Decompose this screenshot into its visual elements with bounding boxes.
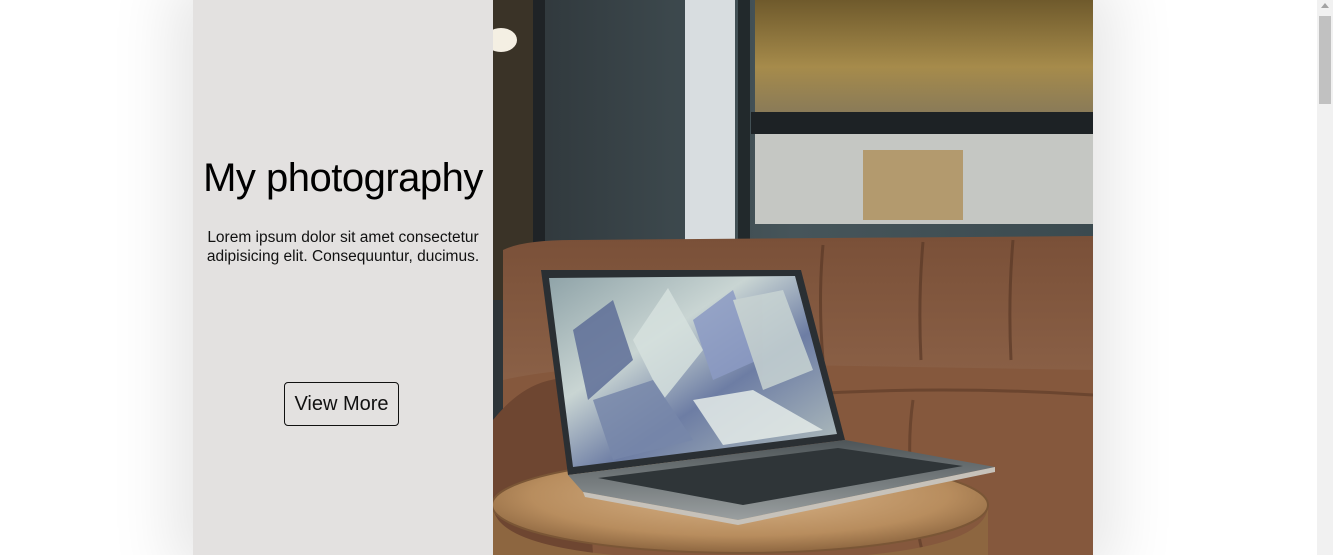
hero-photo [493, 0, 1093, 555]
hero-title: My photography [203, 156, 483, 200]
scroll-up-icon[interactable] [1321, 3, 1329, 8]
page: My photography Lorem ipsum dolor sit ame… [0, 0, 1333, 555]
view-more-button[interactable]: View More [284, 382, 399, 426]
hero-description: Lorem ipsum dolor sit amet consectetur a… [206, 229, 480, 265]
scrollbar-thumb[interactable] [1319, 16, 1331, 104]
hero-card: My photography Lorem ipsum dolor sit ame… [193, 0, 1093, 555]
hero-text-panel: My photography Lorem ipsum dolor sit ame… [193, 0, 493, 555]
laptop-photo-image [493, 0, 1093, 555]
vertical-scrollbar[interactable] [1317, 0, 1333, 555]
